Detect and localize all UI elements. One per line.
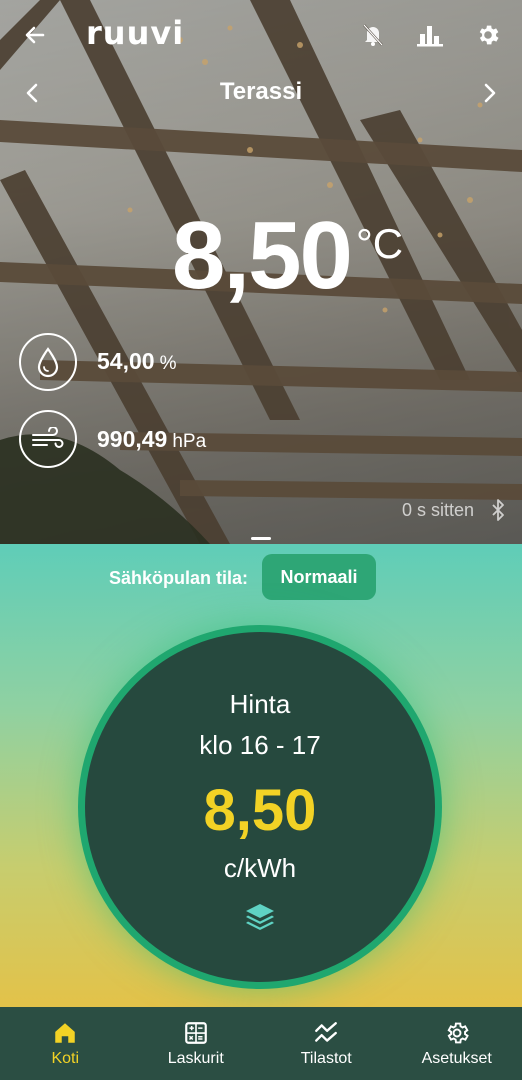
power-shortage-label: Sähköpulan tila:	[109, 568, 249, 588]
pressure-wind-icon	[19, 410, 77, 468]
nav-label: Tilastot	[300, 1049, 352, 1067]
back-arrow-icon[interactable]	[18, 18, 52, 52]
temperature-unit: °C	[356, 220, 404, 267]
pressure-reading: 990,49 hPa	[97, 426, 206, 453]
electricity-panel: Sähköpulan tila: Normaali Hinta klo 16 -…	[0, 544, 522, 1007]
humidity-drop-icon	[19, 333, 77, 391]
chevron-right-icon[interactable]	[478, 78, 502, 108]
trend-icon	[315, 1021, 338, 1042]
nav-item-tilastot[interactable]: Tilastot	[261, 1007, 392, 1080]
nav-item-koti[interactable]: Koti	[0, 1007, 131, 1080]
bottom-navigation: Koti Laskurit Tilastot Asetukset	[0, 1007, 522, 1080]
gear-icon[interactable]	[472, 18, 504, 52]
sensor-name: Terassi	[219, 78, 303, 105]
home-icon	[55, 1022, 75, 1043]
nav-item-laskurit[interactable]: Laskurit	[131, 1007, 262, 1080]
calculator-icon	[184, 1021, 207, 1044]
power-status-badge: Normaali	[262, 554, 376, 600]
price-value: 8,50	[203, 778, 317, 843]
humidity-value: 54,00	[97, 348, 155, 374]
bell-off-icon[interactable]	[358, 18, 388, 52]
temperature-value: 8,50	[172, 202, 353, 309]
humidity-unit: %	[159, 353, 177, 374]
price-time: klo 16 - 17	[199, 730, 321, 760]
last-updated: 0 s sitten	[401, 500, 474, 520]
layers-icon[interactable]	[244, 902, 276, 932]
bluetooth-icon	[488, 497, 508, 523]
drag-handle[interactable]	[251, 537, 271, 540]
pressure-value: 990,49	[97, 426, 168, 452]
price-title: Hinta	[229, 689, 291, 719]
top-app-bar: ruuvi	[0, 0, 522, 70]
sensor-hero: ruuvi Terassi 8,50 °C 54,00 % 990,49 hPa…	[0, 0, 522, 544]
price-unit: c/kWh	[223, 853, 297, 883]
bar-chart-icon[interactable]	[414, 18, 446, 52]
nav-label: Koti	[51, 1049, 80, 1067]
humidity-reading: 54,00%	[97, 348, 176, 375]
nav-label: Laskurit	[167, 1049, 224, 1067]
gear-icon	[447, 1022, 469, 1043]
nav-label: Asetukset	[421, 1049, 492, 1067]
ruuvi-logo: ruuvi	[86, 14, 185, 52]
pressure-unit: hPa	[172, 431, 207, 452]
price-ring: Hinta klo 16 - 17 8,50 c/kWh	[78, 625, 442, 989]
nav-item-asetukset[interactable]: Asetukset	[392, 1007, 522, 1080]
price-circle[interactable]: Hinta klo 16 - 17 8,50 c/kWh	[85, 632, 435, 982]
